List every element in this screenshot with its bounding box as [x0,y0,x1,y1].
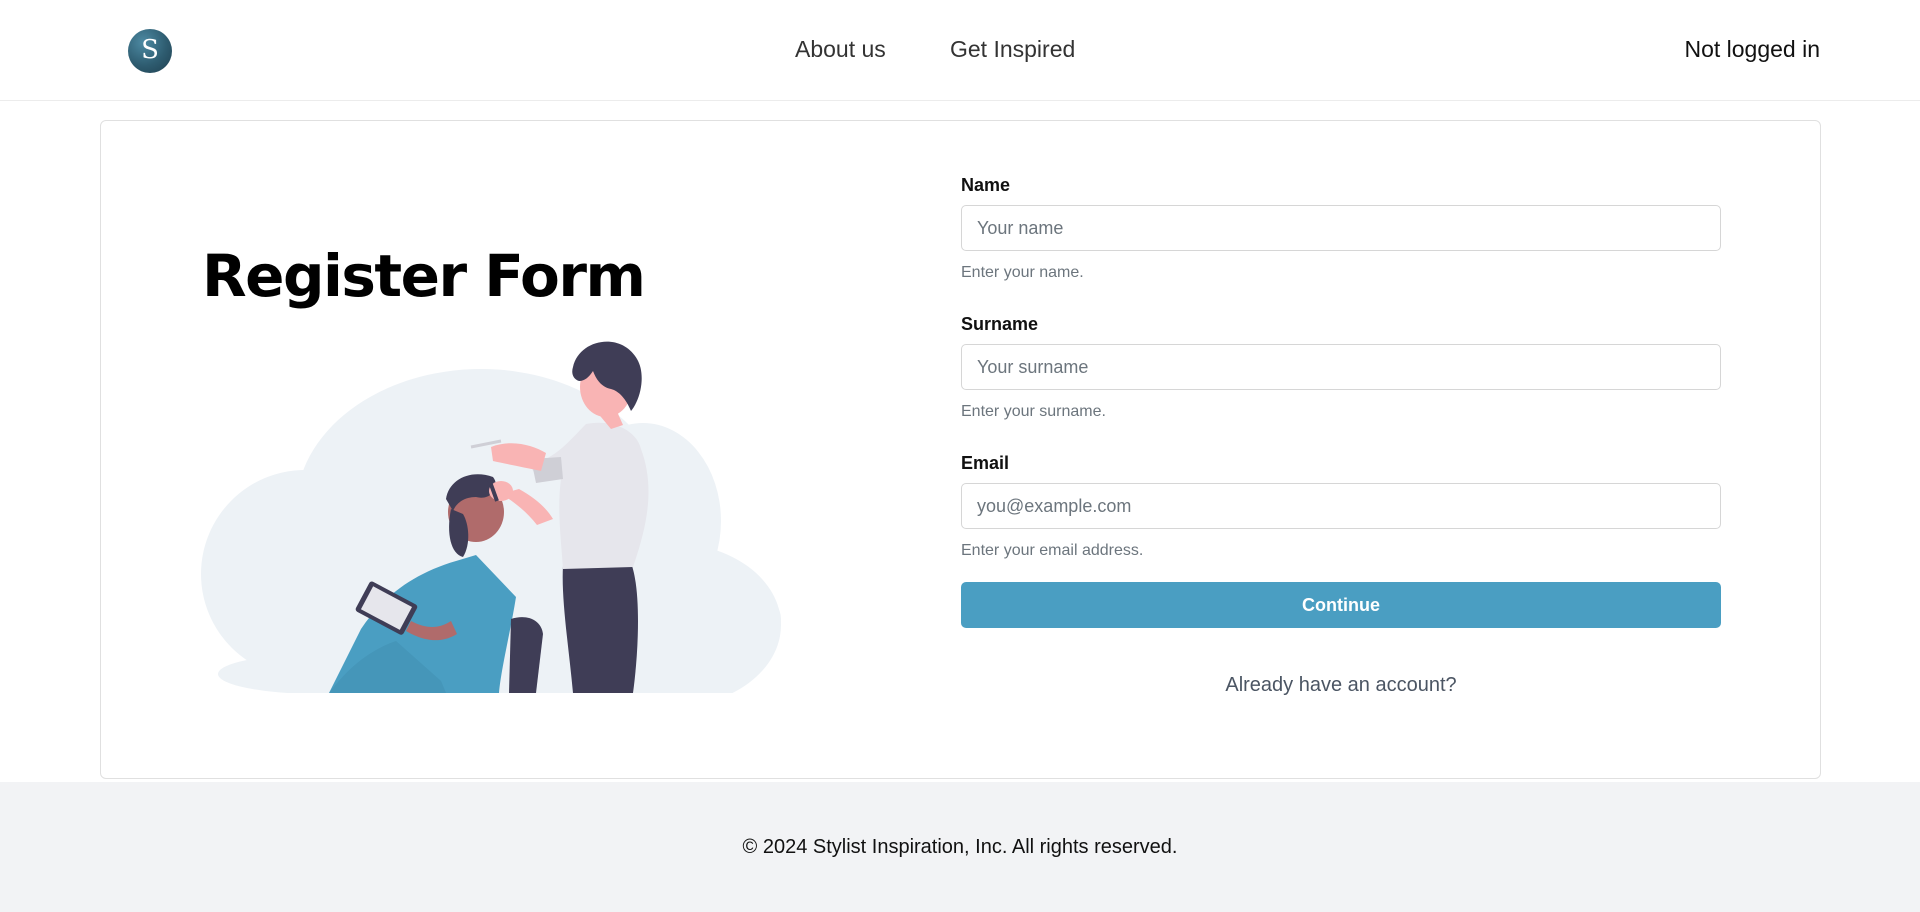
already-have-account-link[interactable]: Already have an account? [961,674,1721,697]
nav-get-inspired[interactable]: Get Inspired [950,36,1075,63]
continue-button[interactable]: Continue [961,582,1721,628]
logo-letter: S [141,35,159,65]
site-header: S About us Get Inspired Not logged in [0,0,1920,101]
surname-help-text: Enter your surname. [961,403,1106,420]
name-input[interactable] [961,205,1721,251]
logo[interactable]: S [128,29,172,73]
email-input[interactable] [961,483,1721,529]
surname-input[interactable] [961,344,1721,390]
name-field-group: Name Enter your name. [961,173,1721,288]
email-field-group: Email Enter your email address. [961,451,1721,566]
site-footer: © 2024 Stylist Inspiration, Inc. All rig… [0,782,1920,912]
surname-field-group: Surname Enter your surname. [961,312,1721,427]
surname-label: Surname [961,314,1039,334]
nav-about-us[interactable]: About us [795,36,886,63]
name-label: Name [961,175,1011,195]
register-card: Register Form Name Your name Enter your … [100,120,1821,779]
register-form: Name Enter your name. Surname Enter your… [961,173,1721,697]
email-help-text: Enter your email address. [961,542,1144,559]
barber-illustration [201,341,781,693]
copyright-text: © 2024 Stylist Inspiration, Inc. All rig… [742,836,1178,858]
page-title: Register Form [202,242,646,310]
name-help-text: Enter your name. [961,264,1084,281]
login-status: Not logged in [1684,36,1820,62]
email-label: Email [961,453,1010,473]
